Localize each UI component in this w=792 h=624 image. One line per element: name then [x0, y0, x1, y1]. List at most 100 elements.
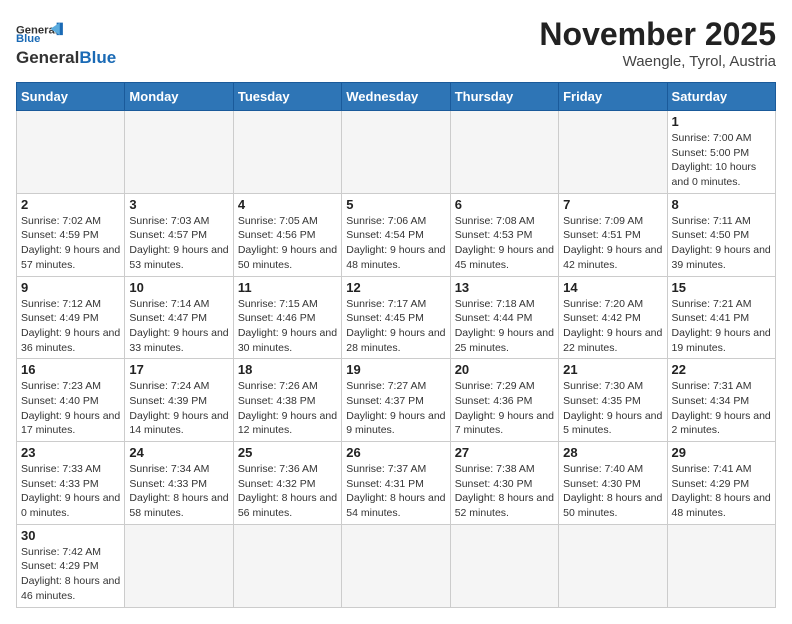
day-info: Sunrise: 7:00 AM Sunset: 5:00 PM Dayligh…: [672, 131, 771, 190]
logo-general: General: [16, 48, 79, 68]
calendar-cell: 20 Sunrise: 7:29 AM Sunset: 4:36 PM Dayli…: [450, 359, 558, 442]
day-number: 4: [238, 197, 337, 212]
title-area: November 2025 Waengle, Tyrol, Austria: [539, 16, 776, 70]
calendar-cell: [450, 524, 558, 607]
calendar-cell: 1 Sunrise: 7:00 AM Sunset: 5:00 PM Daylig…: [667, 111, 775, 194]
calendar-week-5: 23Sunrise: 7:33 AM Sunset: 4:33 PM Dayli…: [17, 442, 776, 525]
day-info: Sunrise: 7:29 AM Sunset: 4:36 PM Dayligh…: [455, 379, 554, 438]
day-number: 19: [346, 362, 445, 377]
day-info: Sunrise: 7:40 AM Sunset: 4:30 PM Dayligh…: [563, 462, 662, 521]
logo: General Blue General Blue: [16, 16, 116, 68]
calendar-cell: 10 Sunrise: 7:14 AM Sunset: 4:47 PM Dayli…: [125, 276, 233, 359]
calendar-table: SundayMondayTuesdayWednesdayThursdayFrid…: [16, 82, 776, 608]
calendar-cell: 25 Sunrise: 7:36 AM Sunset: 4:32 PM Dayli…: [233, 442, 341, 525]
day-number: 29: [672, 445, 771, 460]
day-number: 30: [21, 528, 120, 543]
day-number: 18: [238, 362, 337, 377]
day-number: 16: [21, 362, 120, 377]
calendar-cell: 9 Sunrise: 7:12 AM Sunset: 4:49 PM Daylig…: [17, 276, 125, 359]
calendar-cell: 24Sunrise: 7:34 AM Sunset: 4:33 PM Dayli…: [125, 442, 233, 525]
day-info: Sunrise: 7:21 AM Sunset: 4:41 PM Dayligh…: [672, 297, 771, 356]
day-number: 7: [563, 197, 662, 212]
day-number: 3: [129, 197, 228, 212]
calendar-cell: [233, 524, 341, 607]
day-number: 20: [455, 362, 554, 377]
calendar-cell: 21Sunrise: 7:30 AM Sunset: 4:35 PM Dayli…: [559, 359, 667, 442]
weekday-saturday: Saturday: [667, 83, 775, 111]
calendar-cell: 30 Sunrise: 7:42 AM Sunset: 4:29 PM Dayli…: [17, 524, 125, 607]
day-number: 26: [346, 445, 445, 460]
calendar-cell: [233, 111, 341, 194]
day-number: 6: [455, 197, 554, 212]
day-info: Sunrise: 7:12 AM Sunset: 4:49 PM Dayligh…: [21, 297, 120, 356]
day-info: Sunrise: 7:11 AM Sunset: 4:50 PM Dayligh…: [672, 214, 771, 273]
weekday-wednesday: Wednesday: [342, 83, 450, 111]
calendar-week-2: 2Sunrise: 7:02 AM Sunset: 4:59 PM Daylig…: [17, 193, 776, 276]
day-info: Sunrise: 7:14 AM Sunset: 4:47 PM Dayligh…: [129, 297, 228, 356]
day-number: 12: [346, 280, 445, 295]
calendar-cell: [17, 111, 125, 194]
logo-blue: Blue: [79, 48, 116, 68]
calendar-cell: 16 Sunrise: 7:23 AM Sunset: 4:40 PM Dayli…: [17, 359, 125, 442]
calendar-cell: 6 Sunrise: 7:08 AM Sunset: 4:53 PM Daylig…: [450, 193, 558, 276]
day-number: 24: [129, 445, 228, 460]
calendar-cell: 12 Sunrise: 7:17 AM Sunset: 4:45 PM Dayli…: [342, 276, 450, 359]
weekday-monday: Monday: [125, 83, 233, 111]
logo-icon: General Blue: [16, 18, 66, 46]
day-info: Sunrise: 7:37 AM Sunset: 4:31 PM Dayligh…: [346, 462, 445, 521]
weekday-tuesday: Tuesday: [233, 83, 341, 111]
day-number: 11: [238, 280, 337, 295]
day-info: Sunrise: 7:38 AM Sunset: 4:30 PM Dayligh…: [455, 462, 554, 521]
day-number: 15: [672, 280, 771, 295]
day-info: Sunrise: 7:17 AM Sunset: 4:45 PM Dayligh…: [346, 297, 445, 356]
day-info: Sunrise: 7:03 AM Sunset: 4:57 PM Dayligh…: [129, 214, 228, 273]
calendar-cell: [450, 111, 558, 194]
calendar-cell: 15 Sunrise: 7:21 AM Sunset: 4:41 PM Dayli…: [667, 276, 775, 359]
calendar-cell: 2Sunrise: 7:02 AM Sunset: 4:59 PM Daylig…: [17, 193, 125, 276]
day-info: Sunrise: 7:20 AM Sunset: 4:42 PM Dayligh…: [563, 297, 662, 356]
day-info: Sunrise: 7:26 AM Sunset: 4:38 PM Dayligh…: [238, 379, 337, 438]
day-number: 1: [672, 114, 771, 129]
calendar-cell: [559, 111, 667, 194]
calendar-cell: 29 Sunrise: 7:41 AM Sunset: 4:29 PM Dayli…: [667, 442, 775, 525]
day-number: 21: [563, 362, 662, 377]
calendar-cell: 14Sunrise: 7:20 AM Sunset: 4:42 PM Dayli…: [559, 276, 667, 359]
day-info: Sunrise: 7:36 AM Sunset: 4:32 PM Dayligh…: [238, 462, 337, 521]
calendar-cell: 28 Sunrise: 7:40 AM Sunset: 4:30 PM Dayli…: [559, 442, 667, 525]
day-info: Sunrise: 7:42 AM Sunset: 4:29 PM Dayligh…: [21, 545, 120, 604]
calendar-cell: 22Sunrise: 7:31 AM Sunset: 4:34 PM Dayli…: [667, 359, 775, 442]
calendar-week-1: 1 Sunrise: 7:00 AM Sunset: 5:00 PM Daylig…: [17, 111, 776, 194]
weekday-thursday: Thursday: [450, 83, 558, 111]
calendar-cell: 18 Sunrise: 7:26 AM Sunset: 4:38 PM Dayli…: [233, 359, 341, 442]
page-header: General Blue General Blue November 2025 …: [16, 16, 776, 70]
calendar-cell: [342, 111, 450, 194]
day-info: Sunrise: 7:09 AM Sunset: 4:51 PM Dayligh…: [563, 214, 662, 273]
day-number: 10: [129, 280, 228, 295]
day-info: Sunrise: 7:24 AM Sunset: 4:39 PM Dayligh…: [129, 379, 228, 438]
calendar-week-3: 9 Sunrise: 7:12 AM Sunset: 4:49 PM Daylig…: [17, 276, 776, 359]
day-number: 2: [21, 197, 120, 212]
day-info: Sunrise: 7:41 AM Sunset: 4:29 PM Dayligh…: [672, 462, 771, 521]
day-number: 28: [563, 445, 662, 460]
day-info: Sunrise: 7:31 AM Sunset: 4:34 PM Dayligh…: [672, 379, 771, 438]
calendar-cell: [342, 524, 450, 607]
calendar-week-6: 30 Sunrise: 7:42 AM Sunset: 4:29 PM Dayli…: [17, 524, 776, 607]
location-title: Waengle, Tyrol, Austria: [539, 53, 776, 70]
day-number: 17: [129, 362, 228, 377]
calendar-cell: 7 Sunrise: 7:09 AM Sunset: 4:51 PM Daylig…: [559, 193, 667, 276]
day-number: 23: [21, 445, 120, 460]
day-number: 25: [238, 445, 337, 460]
calendar-cell: 4Sunrise: 7:05 AM Sunset: 4:56 PM Daylig…: [233, 193, 341, 276]
calendar-cell: 26 Sunrise: 7:37 AM Sunset: 4:31 PM Dayli…: [342, 442, 450, 525]
calendar-cell: 17 Sunrise: 7:24 AM Sunset: 4:39 PM Dayli…: [125, 359, 233, 442]
calendar-cell: [125, 524, 233, 607]
calendar-cell: [125, 111, 233, 194]
day-info: Sunrise: 7:15 AM Sunset: 4:46 PM Dayligh…: [238, 297, 337, 356]
day-info: Sunrise: 7:08 AM Sunset: 4:53 PM Dayligh…: [455, 214, 554, 273]
calendar-cell: 27 Sunrise: 7:38 AM Sunset: 4:30 PM Dayli…: [450, 442, 558, 525]
calendar-cell: 23Sunrise: 7:33 AM Sunset: 4:33 PM Dayli…: [17, 442, 125, 525]
day-number: 9: [21, 280, 120, 295]
calendar-cell: 8Sunrise: 7:11 AM Sunset: 4:50 PM Daylig…: [667, 193, 775, 276]
day-info: Sunrise: 7:23 AM Sunset: 4:40 PM Dayligh…: [21, 379, 120, 438]
day-number: 27: [455, 445, 554, 460]
